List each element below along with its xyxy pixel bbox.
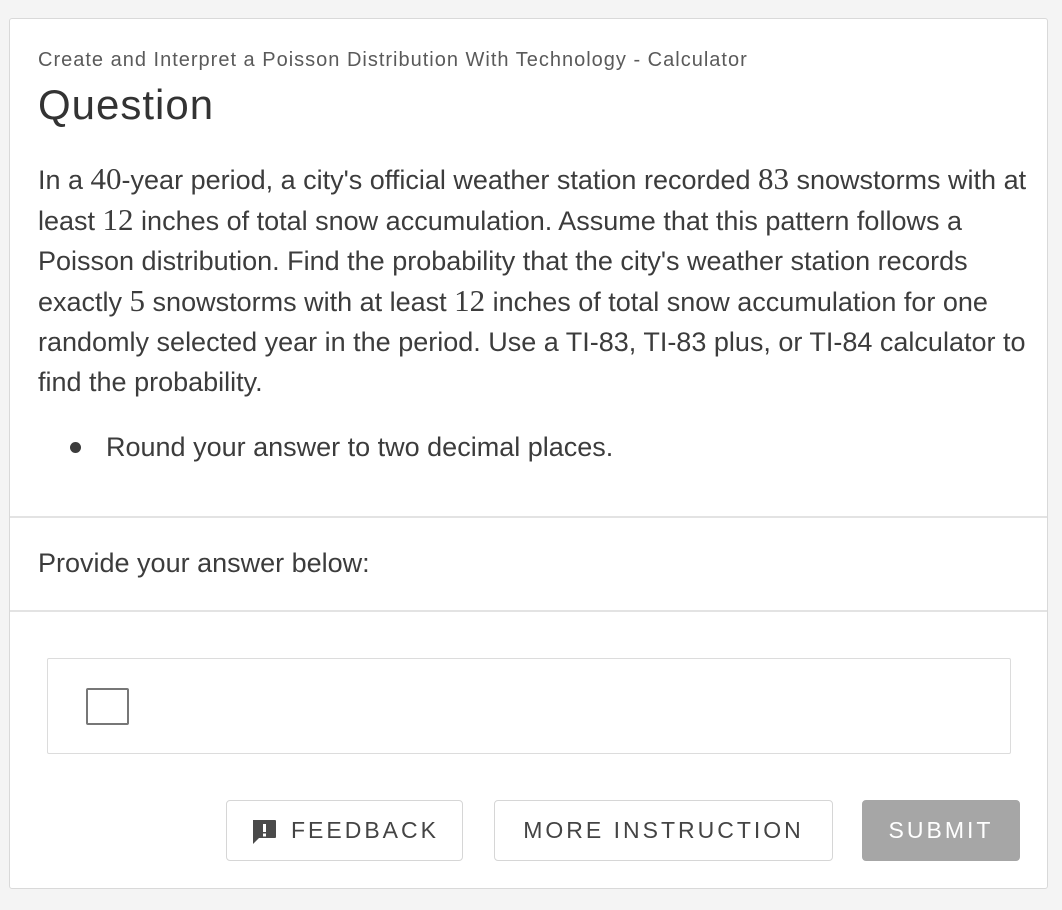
feedback-label: FEEDBACK (291, 817, 439, 843)
answer-prompt-section: Provide your answer below: (10, 518, 1047, 612)
question-number: 12 (454, 283, 486, 318)
more-instruction-label: MORE INSTRUCTION (523, 817, 804, 843)
instruction-item: Round your answer to two decimal places. (70, 427, 613, 467)
question-number: 12 (102, 202, 134, 237)
feedback-icon (253, 819, 276, 844)
question-card: Create and Interpret a Poisson Distribut… (9, 18, 1048, 889)
page-title: Question (38, 81, 215, 128)
feedback-button[interactable]: FEEDBACK (226, 800, 463, 861)
question-text-part: In a (38, 165, 91, 195)
more-instruction-button[interactable]: MORE INSTRUCTION (494, 800, 833, 861)
question-text-part: -year period, a city's official weather … (121, 165, 759, 195)
breadcrumb: Create and Interpret a Poisson Distribut… (38, 49, 748, 71)
instruction-text: Round your answer to two decimal places. (106, 432, 614, 462)
question-section: Create and Interpret a Poisson Distribut… (10, 19, 1047, 518)
question-number: 5 (129, 283, 146, 318)
question-number: 40 (90, 161, 122, 196)
answer-container (47, 658, 1011, 754)
answer-input[interactable] (86, 688, 129, 725)
bullet-icon (70, 442, 81, 453)
question-number: 83 (758, 161, 790, 196)
instruction-list: Round your answer to two decimal places. (70, 427, 613, 467)
submit-label: SUBMIT (888, 817, 994, 843)
question-text: In a 40-year period, a city's official w… (38, 159, 1038, 402)
submit-button[interactable]: SUBMIT (862, 800, 1020, 861)
answer-prompt: Provide your answer below: (38, 548, 370, 578)
question-text-part: snowstorms with at least (145, 287, 455, 317)
